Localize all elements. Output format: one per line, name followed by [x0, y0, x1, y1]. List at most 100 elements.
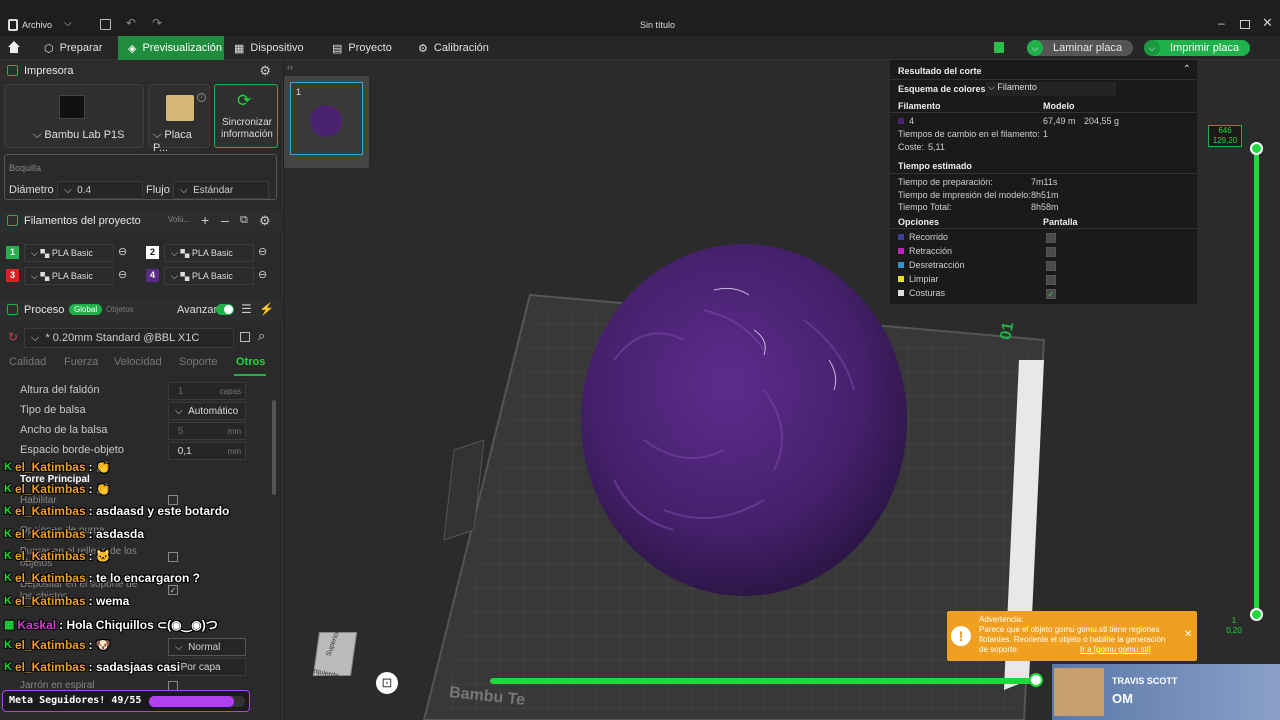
- setting-field[interactable]: 5 mm: [168, 422, 246, 440]
- tab-calibration[interactable]: ⚙ Calibración: [408, 36, 499, 60]
- purge-fill-checkbox[interactable]: [168, 552, 178, 562]
- setting-field[interactable]: 0,1 mm: [168, 442, 246, 460]
- top-height: 129,20: [1212, 136, 1238, 145]
- minimize-icon[interactable]: –: [1218, 16, 1225, 30]
- horizontal-layer-slider[interactable]: [490, 678, 1036, 684]
- process-section-header[interactable]: Proceso Global Objetos Avanzar ☰ ⚡: [0, 299, 283, 321]
- maximize-icon[interactable]: [1240, 20, 1250, 29]
- home-icon[interactable]: [7, 40, 21, 54]
- process-subtab[interactable]: Fuerza: [64, 356, 98, 368]
- filament-number-badge: 2: [146, 246, 159, 259]
- cube-icon: ⬡: [44, 42, 54, 55]
- legend-item: Retracción: [898, 246, 952, 256]
- filament-item[interactable]: 4 ⌵ ▚ PLA Basic ⊖: [144, 267, 276, 285]
- compare-icon[interactable]: ⚡: [259, 302, 274, 316]
- redo-icon[interactable]: ↷: [152, 16, 162, 30]
- sync-filament-icon[interactable]: ⧉: [240, 214, 248, 227]
- remove-icon[interactable]: –: [221, 212, 229, 228]
- flow-select[interactable]: ⌵ Estándar: [173, 181, 269, 199]
- process-subtab[interactable]: Calidad: [9, 356, 46, 368]
- tab-prepare[interactable]: ⬡ Preparar: [34, 36, 112, 60]
- printer-icon: [7, 65, 18, 76]
- objects-toggle[interactable]: Objetos: [106, 305, 134, 314]
- reset-icon[interactable]: ↻: [8, 330, 18, 344]
- settings-scrollbar[interactable]: [272, 400, 276, 495]
- filaments-section-header[interactable]: Filamentos del proyecto Volú... + – ⧉ ⚙: [0, 210, 283, 232]
- auto-orient-icon[interactable]: ⊡: [376, 672, 398, 694]
- warning-link[interactable]: Ir a [gomu gomu.stl]: [1080, 645, 1151, 654]
- gear-icon[interactable]: ⚙: [259, 63, 271, 79]
- tab-project[interactable]: ▤ Proyecto: [322, 36, 402, 60]
- scheme-select[interactable]: ⌵ Filamento: [986, 82, 1116, 96]
- legend-checkbox[interactable]: [1046, 275, 1056, 285]
- slice-plate-button[interactable]: ⌵ Laminar placa: [1027, 40, 1133, 56]
- normal-select[interactable]: ⌵ Normal: [168, 638, 246, 656]
- legend-checkbox[interactable]: [1046, 261, 1056, 271]
- gear-icon[interactable]: ⚙: [259, 213, 271, 229]
- chat-text: : Hola Chiquillos ⊂(◉‿◉)つ: [59, 618, 218, 632]
- remove-filament-icon[interactable]: ⊖: [118, 245, 127, 258]
- vertical-layer-slider[interactable]: [1254, 148, 1259, 614]
- printer-section-header[interactable]: Impresora ⚙: [0, 60, 283, 82]
- purge-support-checkbox[interactable]: ✓: [168, 585, 178, 595]
- legend-checkbox[interactable]: [1046, 233, 1056, 243]
- setting-field[interactable]: 1 capas: [168, 382, 246, 400]
- collapse-icon[interactable]: ⌃: [1183, 64, 1191, 75]
- setting-label: Espacio borde-objeto: [20, 444, 124, 456]
- add-icon[interactable]: +: [201, 212, 209, 228]
- setting-field[interactable]: ⌵ Automático: [168, 402, 246, 420]
- undo-icon[interactable]: ↶: [126, 16, 136, 30]
- remove-filament-icon[interactable]: ⊖: [258, 245, 267, 258]
- filament-select[interactable]: ⌵ ▚ PLA Basic: [24, 267, 114, 285]
- chevron-down-icon[interactable]: ⌵: [64, 18, 72, 29]
- global-toggle[interactable]: Global: [69, 304, 103, 315]
- filament-select[interactable]: ⌵ ▚ PLA Basic: [24, 244, 114, 262]
- remove-filament-icon[interactable]: ⊖: [258, 268, 267, 281]
- file-menu[interactable]: Archivo: [22, 20, 52, 30]
- save-profile-icon[interactable]: [240, 332, 250, 342]
- diameter-select[interactable]: ⌵ 0.4: [57, 181, 143, 199]
- search-icon[interactable]: ⌕: [258, 328, 265, 344]
- plate-type-selector[interactable]: i ⌵ Placa P...: [148, 84, 210, 154]
- close-icon[interactable]: ✕: [1184, 629, 1192, 640]
- vertical-slider-bottom-handle[interactable]: [1250, 608, 1263, 621]
- thumb-model: [310, 105, 342, 137]
- advanced-switch[interactable]: [216, 304, 234, 315]
- tab-device[interactable]: ▦ Dispositivo: [224, 36, 314, 60]
- process-subtab[interactable]: Otros: [236, 356, 265, 368]
- horizontal-slider-handle[interactable]: [1029, 673, 1043, 687]
- filament-item[interactable]: 3 ⌵ ▚ PLA Basic ⊖: [4, 267, 136, 285]
- save-icon[interactable]: [100, 19, 111, 30]
- time-title: Tiempo estimado: [898, 161, 972, 171]
- device-icon: ▦: [234, 42, 245, 55]
- legend-checkbox[interactable]: ✓: [1046, 289, 1056, 299]
- print-plate-button[interactable]: ⌵ Imprimir placa: [1144, 40, 1250, 56]
- close-icon[interactable]: ✕: [1262, 15, 1273, 31]
- remove-filament-icon[interactable]: ⊖: [118, 268, 127, 281]
- printer-selector[interactable]: ⌵ Bambu Lab P1S: [4, 84, 144, 148]
- chat-username: Kaskal: [17, 617, 57, 632]
- filament-select[interactable]: ⌵ ▚ PLA Basic: [164, 244, 254, 262]
- filament-select[interactable]: ⌵ ▚ PLA Basic: [164, 267, 254, 285]
- setting-unit: mm: [227, 446, 241, 456]
- filament-item[interactable]: 2 ⌵ ▚ PLA Basic ⊖: [144, 244, 276, 262]
- info-icon[interactable]: i: [197, 93, 206, 102]
- section-title: Proceso: [24, 304, 65, 316]
- plate-thumbnail[interactable]: 1: [284, 76, 369, 168]
- plate-settings-icon[interactable]: [994, 42, 1004, 53]
- result-title: Resultado del corte: [898, 66, 982, 76]
- list-icon[interactable]: ☰: [241, 302, 252, 316]
- process-subtab[interactable]: Soporte: [179, 356, 218, 368]
- vertical-slider-top-handle[interactable]: [1250, 142, 1263, 155]
- view-cube[interactable]: Superior Izquierda: [304, 630, 364, 690]
- filament-item[interactable]: 1 ⌵ ▚ PLA Basic ⊖: [4, 244, 136, 262]
- tab-preview[interactable]: ◈ Previsualización: [118, 36, 224, 60]
- sidebar-collapse-icon[interactable]: ‹›: [287, 62, 293, 72]
- process-profile-select[interactable]: ⌵ * 0.20mm Standard @BBL X1C: [24, 328, 234, 348]
- volume-label[interactable]: Volú...: [168, 215, 190, 224]
- sync-info-button[interactable]: ⟳ Sincronizar información: [214, 84, 278, 148]
- process-subtab[interactable]: Velocidad: [114, 356, 162, 368]
- scheme-value: Filamento: [997, 82, 1037, 92]
- filament-id: 4: [909, 116, 915, 126]
- legend-checkbox[interactable]: [1046, 247, 1056, 257]
